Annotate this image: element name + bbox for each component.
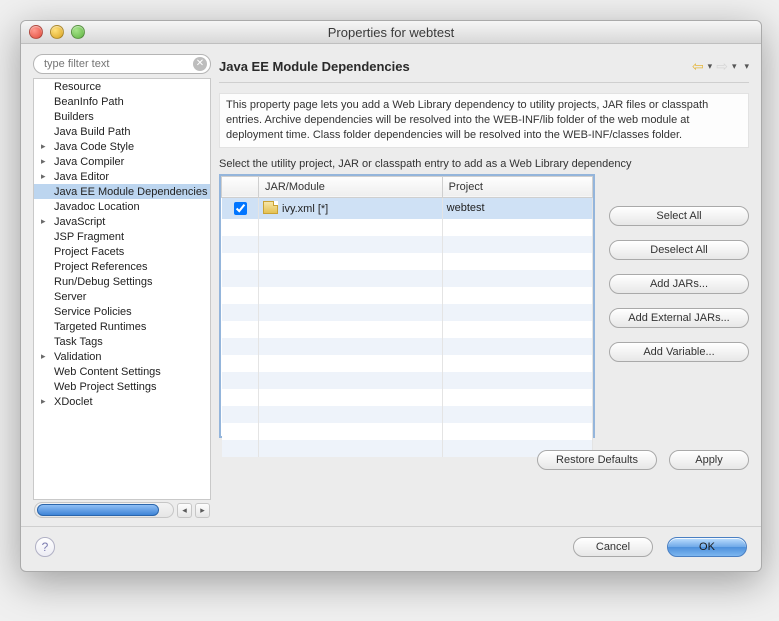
file-icon — [263, 201, 278, 214]
sidebar-item[interactable]: Web Project Settings — [34, 379, 210, 394]
table-row-empty — [222, 253, 593, 270]
minimize-icon[interactable] — [50, 25, 64, 39]
instruction-text: Select the utility project, JAR or class… — [219, 158, 749, 170]
table-row-empty — [222, 321, 593, 338]
table-row-empty — [222, 389, 593, 406]
nav-forward-icon: ⇨ — [716, 59, 728, 73]
scroll-left-icon[interactable]: ◂ — [177, 503, 192, 518]
window-controls — [21, 25, 85, 39]
col-jar-module[interactable]: JAR/Module — [259, 176, 443, 197]
table-row-empty — [222, 338, 593, 355]
category-tree[interactable]: ResourceBeanInfo PathBuildersJava Build … — [33, 78, 211, 500]
clear-filter-icon[interactable]: ✕ — [193, 57, 207, 71]
sidebar-item[interactable]: XDoclet — [34, 394, 210, 409]
table-actions: Select All Deselect All Add JARs... Add … — [609, 174, 749, 438]
add-variable-button[interactable]: Add Variable... — [609, 342, 749, 362]
table-row-empty — [222, 287, 593, 304]
sidebar-item[interactable]: Task Tags — [34, 334, 210, 349]
scroll-right-icon[interactable]: ▸ — [195, 503, 210, 518]
table-row[interactable]: ivy.xml [*] webtest — [222, 197, 593, 219]
table-row-empty — [222, 236, 593, 253]
dependency-table[interactable]: JAR/Module Project ivy.xml [*] webtest — [219, 174, 595, 438]
sidebar-item[interactable]: Targeted Runtimes — [34, 319, 210, 334]
page-title: Java EE Module Dependencies — [219, 59, 410, 74]
table-row-empty — [222, 219, 593, 236]
zoom-icon[interactable] — [71, 25, 85, 39]
table-row-empty — [222, 270, 593, 287]
sidebar-item[interactable]: Project References — [34, 259, 210, 274]
sidebar-item[interactable]: Run/Debug Settings — [34, 274, 210, 289]
help-icon[interactable]: ? — [35, 537, 55, 557]
sidebar-item[interactable]: Java EE Module Dependencies — [34, 184, 210, 199]
window-title: Properties for webtest — [21, 25, 761, 40]
select-all-button[interactable]: Select All — [609, 206, 749, 226]
sidebar-item[interactable]: Validation — [34, 349, 210, 364]
apply-button[interactable]: Apply — [669, 450, 749, 470]
sidebar-item[interactable]: Java Code Style — [34, 139, 210, 154]
restore-defaults-button[interactable]: Restore Defaults — [537, 450, 657, 470]
description-text: This property page lets you add a Web Li… — [219, 93, 749, 148]
table-row-empty — [222, 372, 593, 389]
sidebar-item[interactable]: BeanInfo Path — [34, 94, 210, 109]
col-check[interactable] — [222, 176, 259, 197]
col-project[interactable]: Project — [442, 176, 592, 197]
sidebar-item[interactable]: Java Compiler — [34, 154, 210, 169]
project-name: webtest — [442, 197, 592, 219]
sidebar-item[interactable]: Project Facets — [34, 244, 210, 259]
filter-input[interactable] — [33, 54, 211, 74]
sidebar-item[interactable]: Javadoc Location — [34, 199, 210, 214]
nav-back-menu-icon[interactable]: ▾ — [708, 61, 713, 72]
add-jars-button[interactable]: Add JARs... — [609, 274, 749, 294]
sidebar-item[interactable]: Resource — [34, 79, 210, 94]
nav-forward-menu-icon[interactable]: ▾ — [732, 61, 737, 72]
sidebar-scrollbar[interactable]: ◂ ▸ — [33, 500, 211, 520]
properties-dialog: Properties for webtest ✕ ResourceBeanInf… — [20, 20, 762, 572]
main-panel: Java EE Module Dependencies ⇦ ▾ ⇨ ▾ ▾ Th… — [219, 54, 749, 520]
table-row-empty — [222, 423, 593, 440]
sidebar-item[interactable]: Service Policies — [34, 304, 210, 319]
module-name: ivy.xml [*] — [282, 203, 328, 215]
sidebar-item[interactable]: Builders — [34, 109, 210, 124]
sidebar: ✕ ResourceBeanInfo PathBuildersJava Buil… — [33, 54, 211, 520]
sidebar-item[interactable]: JavaScript — [34, 214, 210, 229]
sidebar-item[interactable]: JSP Fragment — [34, 229, 210, 244]
table-row-empty — [222, 406, 593, 423]
sidebar-item[interactable]: Server — [34, 289, 210, 304]
sidebar-item[interactable]: Java Build Path — [34, 124, 210, 139]
ok-button[interactable]: OK — [667, 537, 747, 557]
row-checkbox[interactable] — [234, 202, 247, 215]
close-icon[interactable] — [29, 25, 43, 39]
nav-back-icon[interactable]: ⇦ — [692, 59, 704, 73]
cancel-button[interactable]: Cancel — [573, 537, 653, 557]
table-row-empty — [222, 304, 593, 321]
view-menu-icon[interactable]: ▾ — [744, 61, 749, 72]
titlebar[interactable]: Properties for webtest — [21, 21, 761, 44]
sidebar-item[interactable]: Web Content Settings — [34, 364, 210, 379]
deselect-all-button[interactable]: Deselect All — [609, 240, 749, 260]
sidebar-item[interactable]: Java Editor — [34, 169, 210, 184]
add-external-jars-button[interactable]: Add External JARs... — [609, 308, 749, 328]
table-row-empty — [222, 355, 593, 372]
